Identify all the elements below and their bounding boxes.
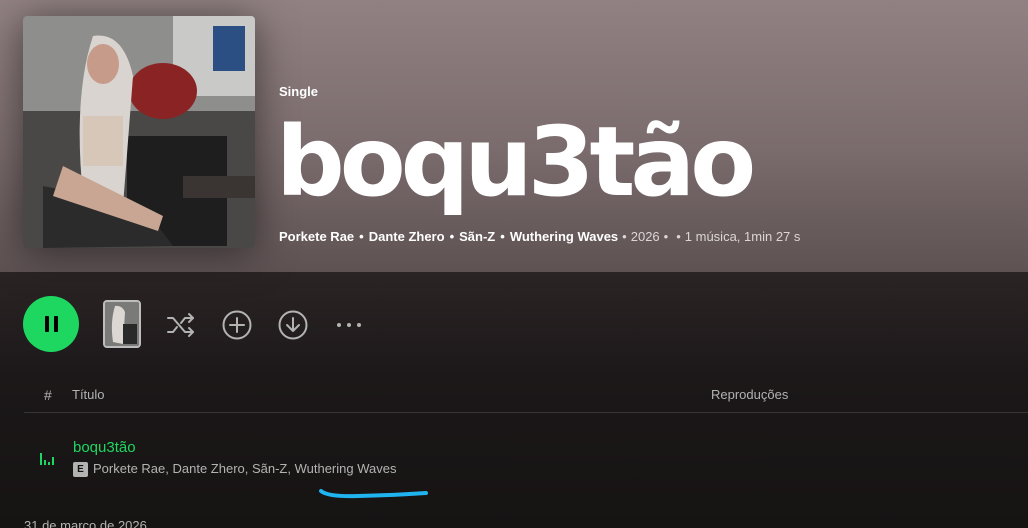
album-cover-art <box>23 16 255 248</box>
preview-thumbnail-art <box>105 302 139 346</box>
meta-separator: • <box>663 229 669 244</box>
explicit-badge: E <box>73 462 88 477</box>
pause-icon <box>44 316 58 332</box>
artist-link[interactable]: Dante Zhero <box>369 229 445 244</box>
track-table-header: # Título Reproduções <box>24 376 1028 413</box>
meta-separator: • <box>359 229 364 244</box>
column-number: # <box>44 387 52 403</box>
meta-separator: • <box>449 229 455 244</box>
meta-separator: • <box>500 229 505 244</box>
pause-button[interactable] <box>23 296 79 352</box>
track-summary: 1 música, 1min 27 s <box>684 229 801 244</box>
track-title[interactable]: boqu3tão <box>73 439 136 456</box>
release-date: 31 de março de 2026 <box>24 518 147 528</box>
preview-thumbnail[interactable] <box>103 300 141 348</box>
meta-separator: • <box>676 229 681 244</box>
artist-link[interactable]: Wuthering Waves <box>510 229 618 244</box>
more-options-icon[interactable] <box>333 309 365 341</box>
column-title[interactable]: Título <box>72 387 105 402</box>
album-cover[interactable] <box>23 16 255 248</box>
now-playing-icon <box>40 451 56 465</box>
shuffle-icon[interactable] <box>165 309 197 341</box>
album-type-label: Single <box>279 84 319 99</box>
table-row[interactable]: boqu3tão E Porkete Rae, Dante Zhero, Sãn… <box>24 430 1028 486</box>
download-icon[interactable] <box>277 309 309 341</box>
page-title: boqu3tão <box>276 106 756 218</box>
artist-link[interactable]: Sãn-Z <box>459 229 495 244</box>
column-plays[interactable]: Reproduções <box>711 387 788 402</box>
add-circle-icon[interactable] <box>221 309 253 341</box>
meta-separator: • <box>622 229 627 244</box>
artist-link[interactable]: Porkete Rae <box>279 229 354 244</box>
album-metadata: Porkete Rae • Dante Zhero • Sãn-Z • Wuth… <box>279 229 800 244</box>
track-artists[interactable]: Porkete Rae, Dante Zhero, Sãn-Z, Wutheri… <box>93 461 396 476</box>
annotation-underline <box>318 486 430 505</box>
release-year: 2026 <box>630 229 660 244</box>
